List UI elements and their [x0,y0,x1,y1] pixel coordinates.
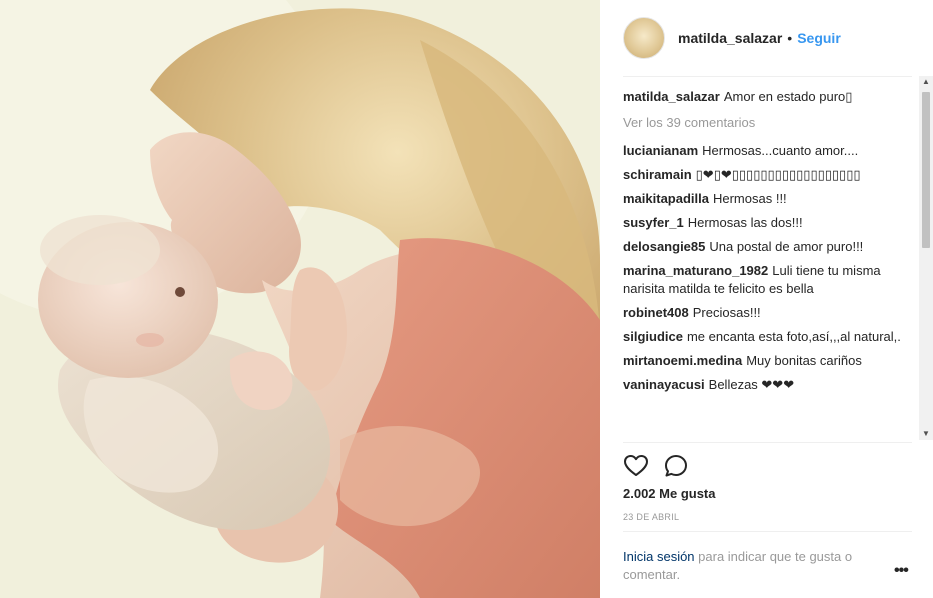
comments-list[interactable]: matilda_salazar Amor en estado puro▯ Ver … [623,84,915,442]
header-username[interactable]: matilda_salazar [678,30,782,46]
likes-count[interactable]: 2.002 Me gusta [623,486,716,501]
scrollbar-thumb[interactable] [922,92,930,248]
comment-item: lucianianam Hermosas...cuanto amor.... [623,142,915,160]
photo-illustration [0,0,600,598]
comment-item: mirtanoemi.medina Muy bonitas cariños [623,352,915,370]
comment-text: Muy bonitas cariños [746,353,862,368]
header-separator: • [787,30,793,46]
comment-item: vaninayacusi Bellezas ❤❤❤ [623,376,915,394]
header-divider [623,76,912,77]
comment-username[interactable]: vaninayacusi [623,377,705,392]
comment-item: marina_maturano_1982 Luli tiene tu misma … [623,262,915,298]
comment-username[interactable]: maikitapadilla [623,191,709,206]
comment-username[interactable]: marina_maturano_1982 [623,263,768,278]
scroll-up-arrow-icon[interactable]: ▲ [919,76,933,88]
view-all-comments-link[interactable]: Ver los 39 comentarios [623,114,915,132]
heart-icon[interactable] [623,453,649,479]
avatar[interactable] [623,17,665,59]
scroll-down-arrow-icon[interactable]: ▼ [919,428,933,440]
comment-username[interactable]: lucianianam [623,143,698,158]
comment-item: susyfer_1 Hermosas las dos!!! [623,214,915,232]
comment-username[interactable]: mirtanoemi.medina [623,353,742,368]
comment-item: maikitapadilla Hermosas !!! [623,190,915,208]
comment-username[interactable]: silgiudice [623,329,683,344]
comment-item: schiramain ▯❤▯❤▯▯▯▯▯▯▯▯▯▯▯▯▯▯▯▯▯▯ [623,166,915,184]
comment-text: me encanta esta foto,así,,,al natural,. [686,329,901,344]
comment-text: Una postal de amor puro!!! [709,239,864,254]
comment-item: robinet408 Preciosas!!! [623,304,915,322]
comments-divider [623,442,912,443]
login-prompt: Inicia sesión para indicar que te gusta … [623,548,883,584]
comment-item: delosangie85 Una postal de amor puro!!! [623,238,915,256]
post-photo [0,0,600,598]
footer-divider [623,531,912,532]
comment-item: silgiudice me encanta esta foto,así,,,al … [623,328,915,346]
comment-icon[interactable] [663,453,689,479]
follow-button[interactable]: Seguir [797,30,841,46]
comment-username[interactable]: susyfer_1 [623,215,684,230]
comment-text: Hermosas las dos!!! [687,215,803,230]
comment-username[interactable]: robinet408 [623,305,689,320]
post-date: 23 DE ABRIL [623,512,680,522]
comment-text: Preciosas!!! [692,305,761,320]
comment-username[interactable]: schiramain [623,167,692,182]
caption: matilda_salazar Amor en estado puro▯ [623,88,915,106]
post-header: matilda_salazar • Seguir [623,16,911,60]
comments-scrollbar[interactable]: ▲ ▼ [919,76,933,440]
comment-text: ▯❤▯❤▯▯▯▯▯▯▯▯▯▯▯▯▯▯▯▯▯▯ [695,167,861,182]
comment-text: Hermosas...cuanto amor.... [702,143,859,158]
login-link[interactable]: Inicia sesión [623,549,695,564]
comment-username[interactable]: delosangie85 [623,239,705,254]
more-options-icon[interactable]: ••• [894,562,909,580]
comment-text: Hermosas !!! [712,191,787,206]
action-bar [623,452,703,480]
caption-text: Amor en estado puro▯ [723,89,853,104]
comment-text: Bellezas ❤❤❤ [708,377,795,392]
caption-username[interactable]: matilda_salazar [623,89,720,104]
